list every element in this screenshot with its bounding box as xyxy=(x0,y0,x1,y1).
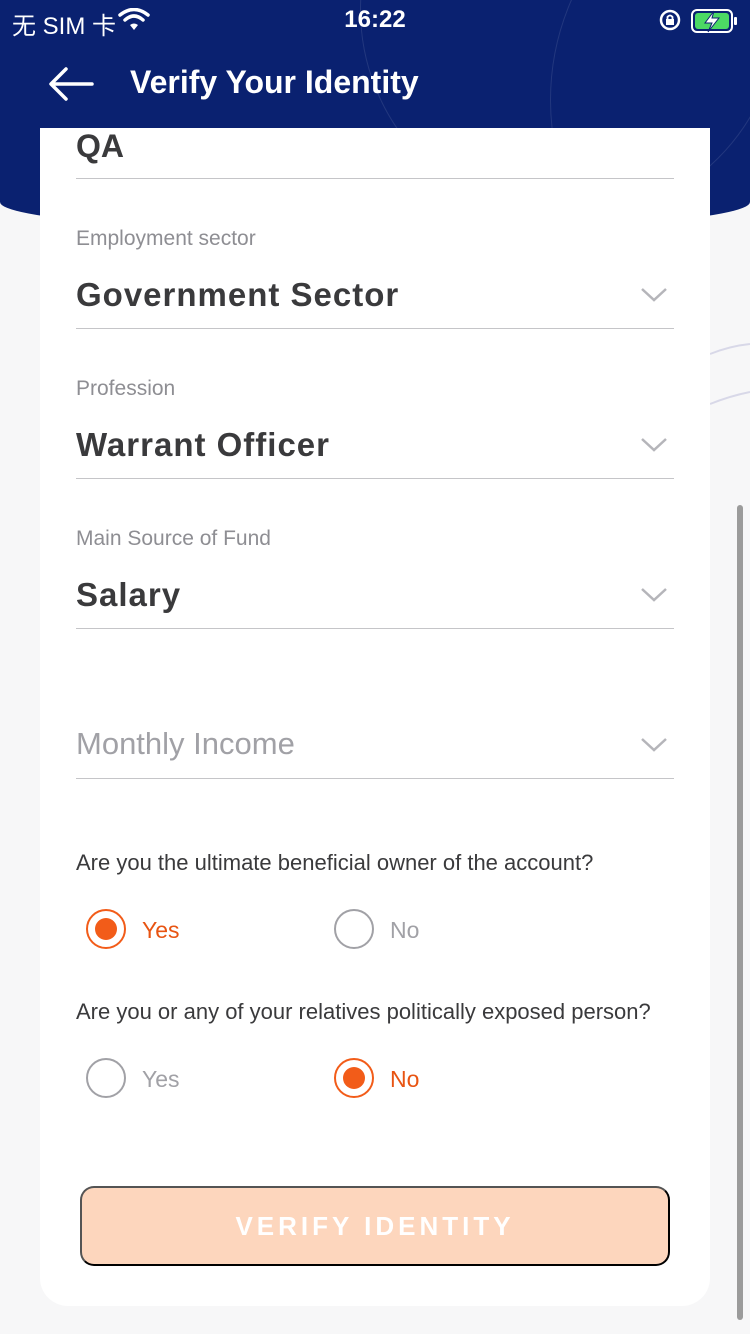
field-underline xyxy=(76,778,674,779)
scrollbar[interactable] xyxy=(737,505,743,1320)
monthly-income-select[interactable]: Monthly Income xyxy=(76,726,295,762)
field-underline xyxy=(76,478,674,479)
field-underline xyxy=(76,328,674,329)
chevron-down-icon[interactable] xyxy=(640,737,668,753)
chevron-down-icon[interactable] xyxy=(640,437,668,453)
politically-exposed-yes-label[interactable]: Yes xyxy=(142,1066,180,1093)
source-of-fund-select[interactable]: Salary xyxy=(76,576,181,614)
form-card: QA Employment sector Government Sector P… xyxy=(40,128,710,1306)
field-underline xyxy=(76,628,674,629)
beneficial-owner-question: Are you the ultimate beneficial owner of… xyxy=(76,850,594,875)
field-underline xyxy=(76,178,674,179)
profession-select[interactable]: Warrant Officer xyxy=(76,426,330,464)
status-bar: 无 SIM 卡 16:22 xyxy=(0,0,750,40)
politically-exposed-no-label[interactable]: No xyxy=(390,1066,419,1093)
status-time: 16:22 xyxy=(344,6,406,33)
beneficial-owner-no-label[interactable]: No xyxy=(390,917,419,944)
employment-sector-label: Employment sector xyxy=(76,227,256,250)
rotation-lock-icon xyxy=(659,9,681,31)
beneficial-owner-yes-radio[interactable] xyxy=(86,909,126,949)
verify-identity-button[interactable]: VERIFY IDENTITY xyxy=(80,1186,670,1266)
beneficial-owner-no-radio[interactable] xyxy=(334,909,374,949)
page-title: Verify Your Identity xyxy=(130,64,419,100)
politically-exposed-yes-radio[interactable] xyxy=(86,1058,126,1098)
chevron-down-icon[interactable] xyxy=(640,587,668,603)
battery-charging-icon xyxy=(691,9,737,33)
source-of-fund-label: Main Source of Fund xyxy=(76,527,271,550)
politically-exposed-no-radio[interactable] xyxy=(334,1058,374,1098)
previous-field-value[interactable]: QA xyxy=(76,128,124,165)
back-arrow-icon[interactable] xyxy=(48,66,94,102)
politically-exposed-question: Are you or any of your relatives politic… xyxy=(76,999,651,1024)
employment-sector-select[interactable]: Government Sector xyxy=(76,276,399,314)
beneficial-owner-yes-label[interactable]: Yes xyxy=(142,917,180,944)
chevron-down-icon[interactable] xyxy=(640,287,668,303)
profession-label: Profession xyxy=(76,377,176,400)
